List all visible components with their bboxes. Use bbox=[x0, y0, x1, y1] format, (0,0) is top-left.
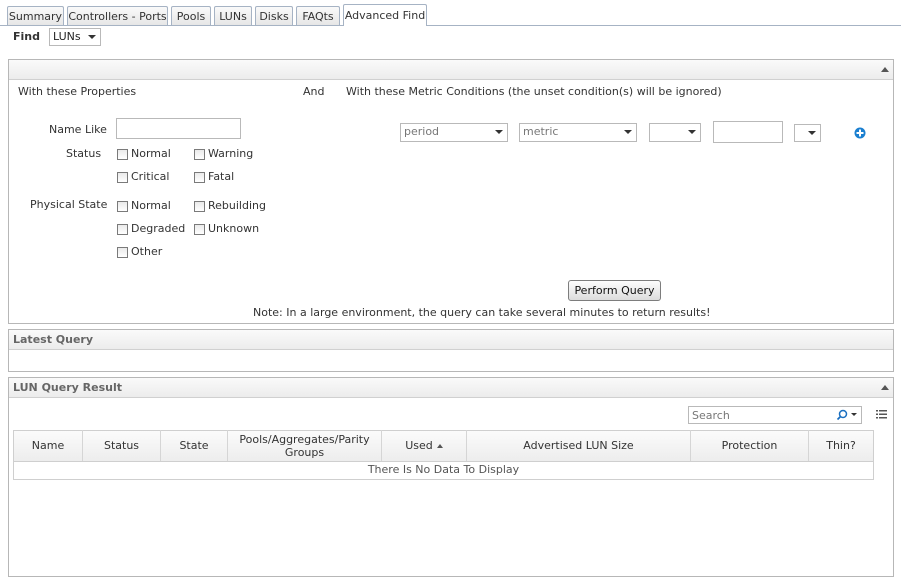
status-fatal-checkbox[interactable] bbox=[194, 172, 205, 183]
physical-state-label: Physical State bbox=[30, 198, 108, 211]
physical-normal-checkbox[interactable] bbox=[117, 201, 128, 212]
physical-other-checkbox[interactable] bbox=[117, 247, 128, 258]
column-chooser-icon[interactable] bbox=[876, 409, 887, 420]
physical-rebuilding-checkbox[interactable] bbox=[194, 201, 205, 212]
physical-degraded-checkbox[interactable] bbox=[117, 224, 128, 235]
column-header-protection[interactable]: Protection bbox=[691, 430, 809, 461]
find-type-value: LUNs bbox=[53, 30, 81, 43]
status-normal-label: Normal bbox=[131, 147, 171, 160]
physical-unknown-checkbox[interactable] bbox=[194, 224, 205, 235]
status-fatal-label: Fatal bbox=[208, 170, 235, 183]
search-input[interactable]: Search bbox=[692, 409, 730, 422]
tab-bar: Summary Controllers - Ports Pools LUNs D… bbox=[0, 0, 901, 26]
chevron-down-icon bbox=[688, 130, 696, 134]
perform-query-button[interactable]: Perform Query bbox=[568, 280, 661, 301]
name-like-input[interactable] bbox=[116, 118, 241, 139]
name-like-label: Name Like bbox=[49, 123, 107, 136]
collapse-icon[interactable] bbox=[881, 67, 889, 72]
tab-luns[interactable]: LUNs bbox=[214, 6, 252, 25]
collapse-icon[interactable] bbox=[881, 385, 889, 390]
tab-disks[interactable]: Disks bbox=[255, 6, 293, 25]
status-critical-checkbox[interactable] bbox=[117, 172, 128, 183]
status-warning-checkbox[interactable] bbox=[194, 149, 205, 160]
status-critical-label: Critical bbox=[131, 170, 170, 183]
column-header-pools[interactable]: Pools/Aggregates/Parity Groups bbox=[228, 430, 382, 461]
column-header-used[interactable]: Used bbox=[382, 430, 467, 461]
tab-faqts[interactable]: FAQts bbox=[296, 6, 340, 25]
column-header-state[interactable]: State bbox=[161, 430, 228, 461]
latest-query-header: Latest Query bbox=[9, 330, 893, 350]
status-normal-checkbox[interactable] bbox=[117, 149, 128, 160]
chevron-down-icon bbox=[495, 130, 503, 134]
physical-degraded-label: Degraded bbox=[131, 222, 186, 235]
query-builder-header bbox=[9, 60, 893, 80]
physical-normal-label: Normal bbox=[131, 199, 171, 212]
tab-underline-right bbox=[427, 25, 901, 26]
metric-select[interactable]: metric bbox=[519, 123, 637, 142]
metric-value-input[interactable] bbox=[713, 121, 783, 143]
used-label: Used bbox=[405, 439, 433, 452]
lun-query-result-title: LUN Query Result bbox=[13, 381, 122, 394]
search-icon[interactable] bbox=[836, 409, 848, 421]
unit-select[interactable] bbox=[794, 124, 821, 142]
column-header-advertised-lun-size[interactable]: Advertised LUN Size bbox=[467, 430, 691, 461]
operator-select[interactable] bbox=[649, 123, 701, 142]
physical-unknown-label: Unknown bbox=[208, 222, 260, 235]
tab-underline bbox=[0, 25, 343, 26]
tab-pools[interactable]: Pools bbox=[171, 6, 211, 25]
period-select[interactable]: period bbox=[400, 123, 508, 142]
physical-other-label: Other bbox=[131, 245, 163, 258]
sort-ascending-icon bbox=[436, 443, 443, 448]
status-warning-label: Warning bbox=[208, 147, 254, 160]
chevron-down-icon bbox=[88, 35, 96, 39]
metric-conditions-header: With these Metric Conditions (the unset … bbox=[346, 85, 722, 98]
column-header-status[interactable]: Status bbox=[83, 430, 161, 461]
chevron-down-icon[interactable] bbox=[851, 413, 857, 416]
search-box[interactable]: Search bbox=[688, 406, 862, 424]
find-label: Find bbox=[13, 30, 40, 43]
and-label: And bbox=[303, 85, 325, 98]
empty-table-message: There Is No Data To Display bbox=[367, 463, 520, 476]
metric-placeholder: metric bbox=[523, 125, 559, 138]
latest-query-panel: Latest Query bbox=[8, 329, 894, 372]
chevron-down-icon bbox=[624, 130, 632, 134]
column-header-name[interactable]: Name bbox=[14, 430, 83, 461]
query-builder-panel bbox=[8, 59, 894, 324]
tab-controllers-ports[interactable]: Controllers - Ports bbox=[67, 6, 168, 25]
latest-query-title: Latest Query bbox=[13, 333, 94, 346]
query-note: Note: In a large environment, the query … bbox=[253, 306, 711, 319]
period-placeholder: period bbox=[404, 125, 440, 138]
tab-advanced-find[interactable]: Advanced Find bbox=[343, 4, 427, 26]
physical-rebuilding-label: Rebuilding bbox=[208, 199, 266, 212]
tab-summary[interactable]: Summary bbox=[7, 6, 64, 25]
add-condition-icon[interactable] bbox=[854, 127, 866, 139]
chevron-down-icon bbox=[808, 131, 816, 135]
status-label: Status bbox=[66, 147, 102, 160]
lun-query-result-header: LUN Query Result bbox=[9, 378, 893, 398]
properties-header: With these Properties bbox=[18, 85, 137, 98]
column-header-thin[interactable]: Thin? bbox=[809, 430, 873, 461]
find-type-select[interactable]: LUNs bbox=[49, 28, 101, 46]
